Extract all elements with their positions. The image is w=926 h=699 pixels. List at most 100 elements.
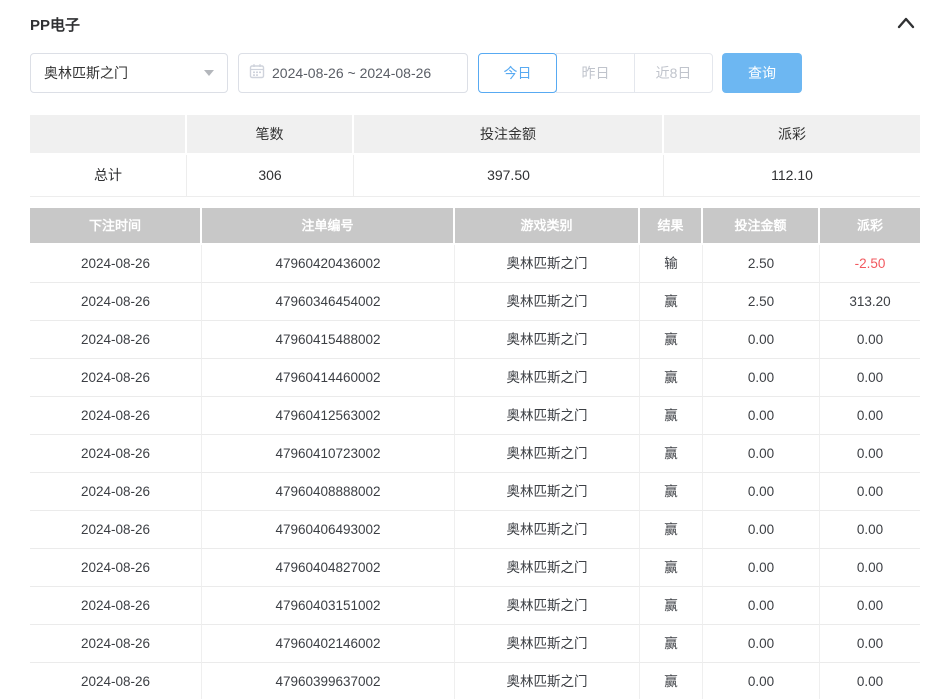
table-row: 2024-08-26 47960408888002 奥林匹斯之门 赢 0.00 … bbox=[30, 473, 920, 511]
summary-total-bet-amount: 397.50 bbox=[354, 155, 664, 197]
table-row: 2024-08-26 47960399637002 奥林匹斯之门 赢 0.00 … bbox=[30, 663, 920, 699]
bet-id-cell: 47960420436002 bbox=[202, 245, 455, 283]
quick-date-button-group: 今日 昨日 近8日 bbox=[478, 53, 713, 93]
calendar-icon bbox=[249, 63, 265, 84]
last-8-days-button[interactable]: 近8日 bbox=[634, 53, 713, 93]
payout-cell: 0.00 bbox=[820, 587, 920, 625]
bets-table-header-row: 下注时间 注单编号 游戏类别 结果 投注金额 派彩 bbox=[30, 208, 920, 243]
yesterday-button[interactable]: 昨日 bbox=[556, 53, 635, 93]
payout-cell: 0.00 bbox=[820, 549, 920, 587]
table-row: 2024-08-26 47960403151002 奥林匹斯之门 赢 0.00 … bbox=[30, 587, 920, 625]
bet-date-cell: 2024-08-26 bbox=[30, 663, 202, 699]
search-button[interactable]: 查询 bbox=[722, 53, 802, 93]
bet-date-cell: 2024-08-26 bbox=[30, 321, 202, 359]
today-button[interactable]: 今日 bbox=[478, 53, 557, 93]
game-select[interactable]: 奥林匹斯之门 bbox=[30, 53, 228, 93]
result-cell: 赢 bbox=[640, 587, 703, 625]
payout-cell: 0.00 bbox=[820, 435, 920, 473]
chevron-up-icon bbox=[897, 17, 915, 32]
bet-date-cell: 2024-08-26 bbox=[30, 549, 202, 587]
header-bet-time: 下注时间 bbox=[30, 208, 202, 243]
table-row: 2024-08-26 47960404827002 奥林匹斯之门 赢 0.00 … bbox=[30, 549, 920, 587]
result-cell: 赢 bbox=[640, 511, 703, 549]
bet-amount-cell: 0.00 bbox=[703, 359, 820, 397]
result-cell: 赢 bbox=[640, 435, 703, 473]
game-type-cell: 奥林匹斯之门 bbox=[455, 663, 640, 699]
bet-id-cell: 47960410723002 bbox=[202, 435, 455, 473]
bet-id-cell: 47960415488002 bbox=[202, 321, 455, 359]
game-type-cell: 奥林匹斯之门 bbox=[455, 587, 640, 625]
pp-electronic-panel: PP电子 奥林匹斯之门 bbox=[0, 14, 926, 699]
bet-id-cell: 47960414460002 bbox=[202, 359, 455, 397]
date-range-value: 2024-08-26 ~ 2024-08-26 bbox=[272, 65, 431, 81]
result-cell: 输 bbox=[640, 245, 703, 283]
result-cell: 赢 bbox=[640, 359, 703, 397]
summary-table: 笔数 投注金额 派彩 总计 306 397.50 112.10 bbox=[30, 115, 920, 197]
bet-amount-cell: 0.00 bbox=[703, 435, 820, 473]
header-payout: 派彩 bbox=[820, 208, 920, 243]
payout-cell: 0.00 bbox=[820, 663, 920, 699]
bet-amount-cell: 2.50 bbox=[703, 283, 820, 321]
table-row: 2024-08-26 47960346454002 奥林匹斯之门 赢 2.50 … bbox=[30, 283, 920, 321]
result-cell: 赢 bbox=[640, 397, 703, 435]
result-cell: 赢 bbox=[640, 473, 703, 511]
bet-amount-cell: 2.50 bbox=[703, 245, 820, 283]
result-cell: 赢 bbox=[640, 663, 703, 699]
bet-id-cell: 47960408888002 bbox=[202, 473, 455, 511]
bet-date-cell: 2024-08-26 bbox=[30, 587, 202, 625]
game-type-cell: 奥林匹斯之门 bbox=[455, 397, 640, 435]
header-result: 结果 bbox=[640, 208, 703, 243]
summary-total-row: 总计 306 397.50 112.10 bbox=[30, 153, 920, 197]
payout-cell: 0.00 bbox=[820, 511, 920, 549]
panel-header: PP电子 bbox=[30, 14, 920, 34]
bet-amount-cell: 0.00 bbox=[703, 511, 820, 549]
collapse-panel-button[interactable] bbox=[896, 14, 916, 34]
game-type-cell: 奥林匹斯之门 bbox=[455, 321, 640, 359]
table-row: 2024-08-26 47960420436002 奥林匹斯之门 输 2.50 … bbox=[30, 245, 920, 283]
bet-date-cell: 2024-08-26 bbox=[30, 245, 202, 283]
bet-amount-cell: 0.00 bbox=[703, 625, 820, 663]
result-cell: 赢 bbox=[640, 283, 703, 321]
table-row: 2024-08-26 47960414460002 奥林匹斯之门 赢 0.00 … bbox=[30, 359, 920, 397]
bet-id-cell: 47960399637002 bbox=[202, 663, 455, 699]
bet-date-cell: 2024-08-26 bbox=[30, 359, 202, 397]
bet-amount-cell: 0.00 bbox=[703, 549, 820, 587]
header-bet-id: 注单编号 bbox=[202, 208, 455, 243]
bet-date-cell: 2024-08-26 bbox=[30, 283, 202, 321]
game-type-cell: 奥林匹斯之门 bbox=[455, 435, 640, 473]
game-type-cell: 奥林匹斯之门 bbox=[455, 473, 640, 511]
result-cell: 赢 bbox=[640, 625, 703, 663]
table-row: 2024-08-26 47960412563002 奥林匹斯之门 赢 0.00 … bbox=[30, 397, 920, 435]
caret-down-icon bbox=[204, 70, 214, 76]
bet-amount-cell: 0.00 bbox=[703, 587, 820, 625]
date-range-input[interactable]: 2024-08-26 ~ 2024-08-26 bbox=[238, 53, 468, 93]
header-bet-amount: 投注金额 bbox=[703, 208, 820, 243]
bet-amount-cell: 0.00 bbox=[703, 663, 820, 699]
bets-table-body: 2024-08-26 47960420436002 奥林匹斯之门 输 2.50 … bbox=[30, 245, 920, 699]
table-row: 2024-08-26 47960402146002 奥林匹斯之门 赢 0.00 … bbox=[30, 625, 920, 663]
summary-total-payout: 112.10 bbox=[664, 155, 920, 197]
bet-amount-cell: 0.00 bbox=[703, 473, 820, 511]
payout-cell: 313.20 bbox=[820, 283, 920, 321]
game-type-cell: 奥林匹斯之门 bbox=[455, 283, 640, 321]
panel-title: PP电子 bbox=[30, 14, 80, 35]
bet-date-cell: 2024-08-26 bbox=[30, 435, 202, 473]
filter-bar: 奥林匹斯之门 2024-08-26 ~ 2024-08-26 bbox=[30, 53, 920, 93]
game-type-cell: 奥林匹斯之门 bbox=[455, 245, 640, 283]
payout-cell: -2.50 bbox=[820, 245, 920, 283]
header-game-type: 游戏类别 bbox=[455, 208, 640, 243]
payout-cell: 0.00 bbox=[820, 397, 920, 435]
bet-id-cell: 47960403151002 bbox=[202, 587, 455, 625]
bet-amount-cell: 0.00 bbox=[703, 397, 820, 435]
payout-cell: 0.00 bbox=[820, 473, 920, 511]
bet-date-cell: 2024-08-26 bbox=[30, 511, 202, 549]
summary-header-bet-amount: 投注金额 bbox=[354, 115, 664, 153]
game-select-value: 奥林匹斯之门 bbox=[44, 63, 128, 83]
payout-cell: 0.00 bbox=[820, 625, 920, 663]
bet-id-cell: 47960346454002 bbox=[202, 283, 455, 321]
game-type-cell: 奥林匹斯之门 bbox=[455, 511, 640, 549]
payout-cell: 0.00 bbox=[820, 321, 920, 359]
bet-date-cell: 2024-08-26 bbox=[30, 397, 202, 435]
table-row: 2024-08-26 47960410723002 奥林匹斯之门 赢 0.00 … bbox=[30, 435, 920, 473]
summary-total-count: 306 bbox=[187, 155, 354, 197]
